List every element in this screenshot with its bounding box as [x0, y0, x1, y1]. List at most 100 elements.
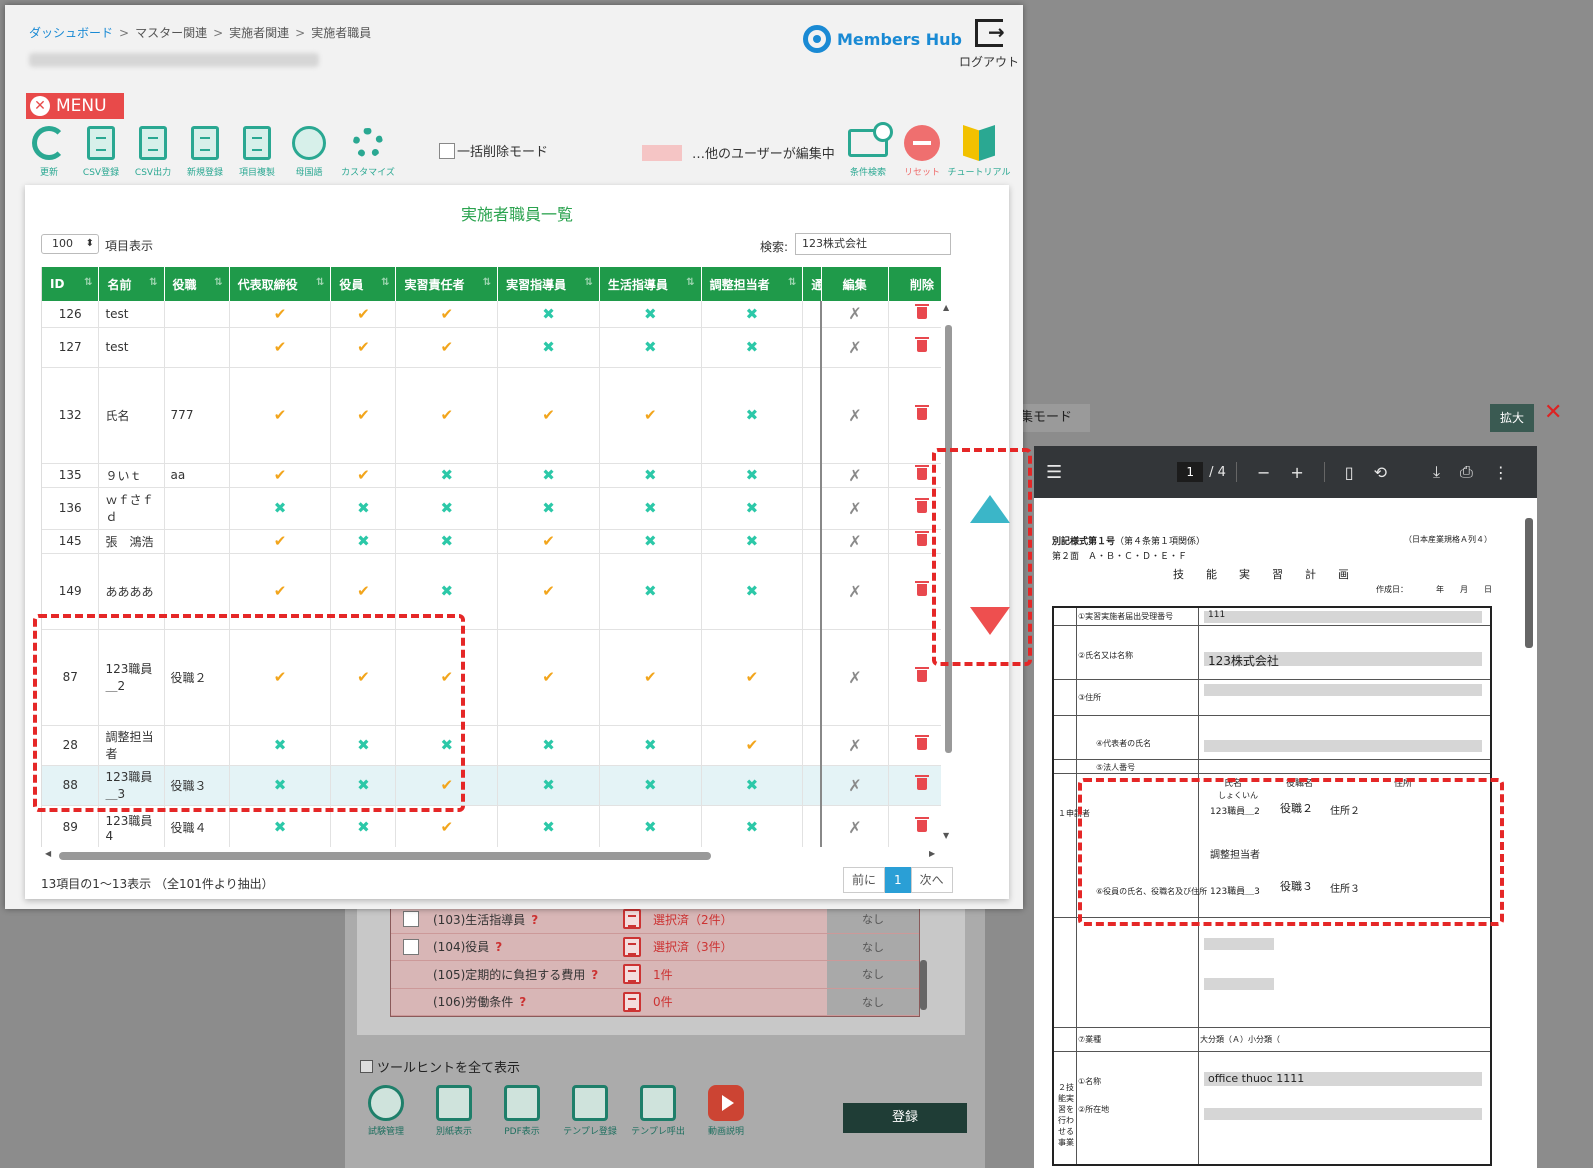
item-status[interactable]: 1件	[653, 966, 813, 983]
tutorial-button[interactable]: チュートリアル	[948, 123, 1010, 178]
menu-button[interactable]: ✕ MENU	[26, 93, 124, 119]
item-status[interactable]: 選択済（3件）	[653, 938, 813, 955]
background-scrollbar[interactable]	[920, 960, 927, 1010]
page-size-select[interactable]: 100	[41, 234, 99, 254]
exam-manage-button[interactable]: 試験管理	[357, 1085, 415, 1137]
column-header[interactable]: 削除	[888, 267, 941, 301]
column-header[interactable]: 通	[802, 267, 823, 301]
reset-button[interactable]: リセット	[895, 123, 949, 178]
scroll-down-icon[interactable]: ▼	[943, 831, 949, 840]
edit-icon[interactable]: ✗	[821, 327, 889, 368]
trash-icon[interactable]	[888, 327, 941, 368]
row-checkbox[interactable]	[403, 966, 419, 982]
duplicate-button[interactable]: 項目複製	[231, 123, 283, 178]
native-language-button[interactable]: 母国語	[283, 123, 335, 178]
edit-icon[interactable]: ✗	[821, 463, 889, 488]
sort-icon[interactable]: ⇅	[585, 277, 593, 288]
row-checkbox[interactable]	[403, 994, 419, 1010]
rotate-icon[interactable]: ⟲	[1374, 463, 1387, 482]
row-checkbox[interactable]	[403, 938, 419, 955]
sort-icon[interactable]: ⇅	[483, 277, 491, 288]
column-header[interactable]: 実習責任者 ⇅	[395, 267, 499, 301]
item-status[interactable]: 0件	[653, 993, 813, 1010]
expand-button[interactable]: 拡大	[1490, 404, 1534, 432]
list-item[interactable]: (105)定期的に負担する費用? 1件 なし	[391, 961, 919, 989]
video-help-button[interactable]: 動画説明	[697, 1085, 755, 1137]
tooltip-toggle[interactable]: ツールヒントを全て表示	[360, 1057, 520, 1076]
bulk-delete-checkbox[interactable]	[439, 142, 455, 159]
edit-icon[interactable]: ✗	[821, 487, 889, 530]
more-icon[interactable]: ⋮	[1493, 463, 1509, 482]
table-row[interactable]: 135 ９いｔ aa ✔ ✔ ✖ ✖ ✖ ✖ ✗	[42, 463, 941, 488]
edit-icon[interactable]: ✗	[821, 529, 889, 554]
column-header[interactable]: 名前 ⇅	[98, 267, 165, 301]
row-checkbox[interactable]	[403, 911, 419, 928]
breadcrumb-implementer[interactable]: 実施者関連	[229, 26, 289, 40]
trash-icon[interactable]	[888, 301, 941, 328]
edit-icon[interactable]: ✗	[821, 301, 889, 328]
column-header[interactable]: 調整担当者 ⇅	[701, 267, 804, 301]
edit-icon[interactable]: ✗	[821, 367, 889, 464]
document-icon[interactable]	[623, 964, 641, 985]
sort-icon[interactable]: ⇅	[381, 277, 389, 288]
prev-page-button[interactable]: 前に	[843, 867, 886, 893]
close-icon[interactable]: ✕	[1544, 400, 1562, 425]
download-icon[interactable]: ⤓	[1433, 462, 1440, 482]
condition-search-button[interactable]: 条件検索	[841, 122, 895, 178]
list-item[interactable]: (103)生活指導員? 選択済（2件） なし	[391, 906, 919, 934]
scroll-left-icon[interactable]: ◀	[45, 849, 51, 858]
page-1-button[interactable]: 1	[885, 867, 911, 893]
csv-export-button[interactable]: CSV出力	[127, 123, 179, 178]
item-status[interactable]: 選択済（2件）	[653, 911, 813, 928]
table-row[interactable]: 136 ｗｆさｆｄ ✖ ✖ ✖ ✖ ✖ ✖ ✗	[42, 487, 941, 530]
column-header[interactable]: ID ⇅	[42, 267, 100, 301]
table-row[interactable]: 126 test ✔ ✔ ✔ ✖ ✖ ✖ ✗	[42, 301, 941, 328]
pdf-view-button[interactable]: PDF表示	[493, 1085, 551, 1137]
refresh-button[interactable]: 更新	[23, 123, 75, 178]
sort-icon[interactable]: ⇅	[214, 277, 222, 288]
column-header[interactable]: 編集	[821, 267, 889, 301]
template-register-button[interactable]: テンプレ登録	[561, 1085, 619, 1137]
sort-icon[interactable]: ⇅	[149, 277, 157, 288]
list-item[interactable]: (104)役員? 選択済（3件） なし	[391, 933, 919, 961]
table-row[interactable]: 127 test ✔ ✔ ✔ ✖ ✖ ✖ ✗	[42, 327, 941, 368]
edit-icon[interactable]: ✗	[821, 805, 889, 847]
search-input[interactable]: 123株式会社	[795, 233, 951, 255]
table-row[interactable]: 132 氏名 777 ✔ ✔ ✔ ✔ ✔ ✖ ✗	[42, 367, 941, 464]
document-icon[interactable]	[623, 991, 641, 1012]
pdf-page-input[interactable]: 1	[1177, 462, 1204, 482]
sort-icon[interactable]: ⇅	[686, 277, 694, 288]
csv-import-button[interactable]: CSV登録	[75, 123, 127, 178]
breadcrumb-dashboard[interactable]: ダッシュボード	[29, 26, 113, 40]
tooltip-checkbox[interactable]	[360, 1060, 373, 1073]
new-entry-button[interactable]: 新規登録	[179, 123, 231, 178]
bulk-delete-toggle[interactable]: 一括削除モード	[439, 141, 548, 160]
customize-button[interactable]: カスタマイズ	[335, 123, 401, 178]
trash-icon[interactable]	[888, 805, 941, 847]
column-header[interactable]: 生活指導員 ⇅	[599, 267, 702, 301]
scroll-up-icon[interactable]: ▲	[943, 303, 949, 312]
edit-icon[interactable]: ✗	[821, 553, 889, 630]
breadcrumb-master[interactable]: マスター関連	[135, 26, 207, 40]
sort-icon[interactable]: ⇅	[84, 277, 92, 288]
hamburger-icon[interactable]: ☰	[1046, 462, 1062, 483]
fit-page-icon[interactable]: ▯	[1345, 463, 1354, 482]
pdf-scrollbar[interactable]	[1525, 518, 1533, 648]
sort-icon[interactable]: ⇅	[316, 277, 324, 288]
column-header[interactable]: 代表取締役 ⇅	[229, 267, 332, 301]
logout-button[interactable]: ログアウト	[959, 19, 1019, 70]
column-header[interactable]: 役員 ⇅	[330, 267, 397, 301]
edit-icon[interactable]: ✗	[821, 725, 889, 766]
document-icon[interactable]	[623, 909, 641, 930]
table-horizontal-scrollbar[interactable]	[59, 852, 711, 860]
table-row[interactable]: 145 張 鴻浩 ✔ ✖ ✖ ✔ ✖ ✖ ✗	[42, 529, 941, 554]
zoom-out-icon[interactable]: −	[1257, 463, 1270, 482]
template-load-button[interactable]: テンプレ呼出	[629, 1085, 687, 1137]
document-icon[interactable]	[623, 936, 641, 957]
attachment-view-button[interactable]: 別紙表示	[425, 1085, 483, 1137]
next-page-button[interactable]: 次へ	[910, 867, 953, 893]
scroll-right-icon[interactable]: ▶	[929, 849, 935, 858]
trash-icon[interactable]	[888, 725, 941, 766]
column-header[interactable]: 実習指導員 ⇅	[497, 267, 600, 301]
print-icon[interactable]: ⎙	[1460, 462, 1473, 482]
